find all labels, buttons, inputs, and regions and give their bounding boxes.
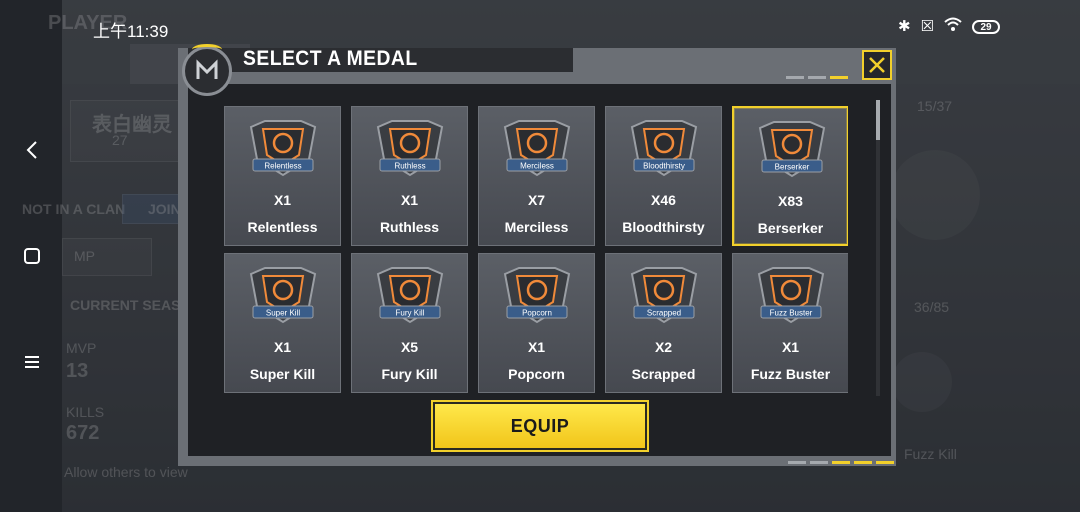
medal-count: X46 [651,192,676,208]
medal-card[interactable]: Berserker X83 Berserker [732,106,848,246]
medal-name: Scrapped [631,366,696,382]
equip-button[interactable]: EQUIP [431,400,649,452]
medal-card[interactable]: Fury Kill X5 Fury Kill [351,253,468,393]
medal-card[interactable]: Ruthless X1 Ruthless [351,106,468,246]
status-bar: 上午11:39 ✱ ☒ 29 [0,0,1080,44]
battery-icon: 29 [972,20,1000,34]
dialog-title: SELECT A MEDAL [243,47,418,70]
home-icon[interactable] [18,242,46,270]
medal-badge-icon: Fuzz Buster [757,267,825,324]
close-icon [869,57,885,73]
medal-badge-icon: Super Kill [249,267,317,324]
medal-badge-label: Relentless [264,162,301,171]
page-dash [810,461,828,464]
menu-icon[interactable] [18,348,46,376]
medal-count: X1 [273,192,292,208]
medal-name: Merciless [504,219,569,235]
medal-card[interactable]: Scrapped X2 Scrapped [605,253,722,393]
medal-badge-label: Super Kill [266,309,300,318]
medal-badge-icon: Scrapped [630,267,698,324]
medal-badge-icon: Berserker [758,121,826,178]
medal-count: X83 [778,193,803,209]
medal-grid-viewport[interactable]: Relentless X1 Relentless Ruthless X1 Ruthless… [224,106,848,394]
medal-badge-icon: Popcorn [503,267,571,324]
medal-badge-label: Fury Kill [396,309,425,318]
page-dash-active [876,461,894,464]
scrollbar-track[interactable] [876,100,880,396]
page-dash-active [830,76,848,79]
medal-badge-label: Fuzz Buster [770,309,813,318]
medal-count: X7 [527,192,546,208]
medal-card[interactable]: Merciless X7 Merciless [478,106,595,246]
back-icon[interactable] [18,136,46,164]
medal-grid: Relentless X1 Relentless Ruthless X1 Ruthless… [224,106,848,393]
medal-name: Relentless [247,219,318,235]
medal-badge-icon: Fury Kill [376,267,444,324]
medal-card[interactable]: Super Kill X1 Super Kill [224,253,341,393]
medal-count: X1 [527,339,546,355]
medal-name: Fury Kill [381,366,438,382]
medal-badge-icon: Merciless [503,120,571,177]
page-dash-active [854,461,872,464]
medal-name: Super Kill [249,366,316,382]
medal-name: Ruthless [379,219,440,235]
page-indicator-top [786,76,848,79]
page-dash [808,76,826,79]
medal-name: Berserker [757,220,824,236]
page-dash [786,76,804,79]
medal-badge-label: Scrapped [647,309,681,318]
medal-count: X1 [400,192,419,208]
medal-badge-icon: Bloodthirsty [630,120,698,177]
emblem-accent [192,44,222,55]
medal-badge-icon: Relentless [249,120,317,177]
bluetooth-icon: ✱ [897,18,911,35]
medal-name: Fuzz Buster [750,366,831,382]
status-icons: ✱ ☒ 29 [898,17,1000,37]
medal-badge-label: Bloodthirsty [643,162,685,171]
medal-badge-label: Merciless [520,162,554,171]
medal-name: Bloodthirsty [622,219,705,235]
medal-card[interactable]: Bloodthirsty X46 Bloodthirsty [605,106,722,246]
sim-icon: ☒ [920,18,934,35]
scrollbar-thumb[interactable] [876,100,880,140]
close-button[interactable] [862,50,892,80]
medal-badge-label: Ruthless [394,162,425,171]
medal-count: X1 [273,339,292,355]
page-dash [788,461,806,464]
medal-badge-label: Berserker [775,163,810,172]
status-clock: 上午11:39 [93,22,169,41]
wifi-icon [944,17,962,37]
medal-count: X2 [654,339,673,355]
medal-name: Popcorn [508,366,565,382]
medal-badge-label: Popcorn [522,309,552,318]
medal-count: X1 [781,339,800,355]
medal-card[interactable]: Fuzz Buster X1 Fuzz Buster [732,253,848,393]
medal-card[interactable]: Relentless X1 Relentless [224,106,341,246]
medal-card[interactable]: Popcorn X1 Popcorn [478,253,595,393]
medal-badge-icon: Ruthless [376,120,444,177]
page-dash-active [832,461,850,464]
medal-count: X5 [400,339,419,355]
page-indicator-bottom [788,461,894,464]
